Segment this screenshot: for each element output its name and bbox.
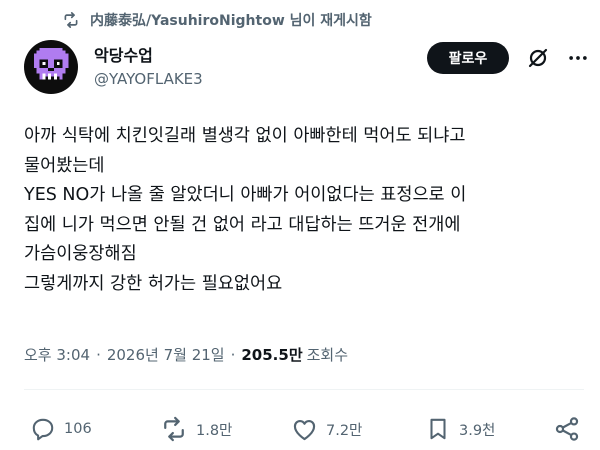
tweet-line: 집에 니가 먹으면 안될 건 없어 라고 대답하는 뜨거운 전개에 [24,214,461,235]
bookmark-icon [425,416,451,442]
tweet-text: 아까 식탁에 치킨잇길래 별생각 없이 아빠한테 먹어도 되냐고 물어봤는데 Y… [24,122,592,299]
reply-button[interactable]: 106 [30,412,92,446]
views-label: 조회수 [306,346,349,364]
tweet-line: 아까 식탁에 치킨잇길래 별생각 없이 아빠한테 먹어도 되냐고 [24,126,466,146]
tweet-line: 그렇게까지 강한 허가는 필요없어요 [24,273,283,294]
meta-separator: · [96,345,101,364]
divider [24,389,584,390]
tweet-line: 가슴이웅장해짐 [24,244,137,264]
repost-action-icon [160,415,188,443]
meta-separator: · [230,345,236,364]
share-button[interactable] [553,412,581,446]
bookmark-button[interactable]: 3.9천 [425,412,495,446]
author-display-name[interactable]: 악당수업 [94,42,153,66]
repost-text: 内藤泰弘/YasuhiroNightow 님이 재게시함 [90,13,372,29]
tweet-line: YES NO가 나올 줄 알았더니 아빠가 어이없다는 표정으로 이 [24,185,467,205]
tweet-line: 물어봤는데 [24,155,105,176]
more-icon[interactable] [565,45,591,71]
grok-icon[interactable] [525,45,551,71]
repost-button[interactable]: 1.8만 [160,412,232,446]
reply-icon [30,416,56,442]
skull-avatar-icon [28,42,74,92]
like-count: 7.2만 [326,422,363,439]
like-button[interactable]: 7.2만 [291,412,362,446]
heart-icon [291,416,318,443]
tweet-meta: 오후 3:04 · 2026년 7월 21일 · 205.5만 조회수 [24,344,348,365]
action-bar: 106 1.8만 7.2만 3.9천 [0,412,600,446]
tweet-date[interactable]: 2026년 7월 21일 [107,344,225,365]
repost-indicator[interactable]: 内藤泰弘/YasuhiroNightow 님이 재게시함 [62,9,372,31]
reply-count: 106 [64,421,92,437]
follow-button[interactable]: 팔로우 [427,42,509,74]
repost-icon [62,11,80,29]
author-handle[interactable]: @YAYOFLAKE3 [94,70,203,88]
avatar[interactable] [24,40,78,94]
views-count: 205.5만 [241,346,303,364]
share-icon [553,415,581,443]
repost-count: 1.8만 [196,422,233,439]
bookmark-count: 3.9천 [459,422,496,439]
tweet-time[interactable]: 오후 3:04 [24,344,90,365]
